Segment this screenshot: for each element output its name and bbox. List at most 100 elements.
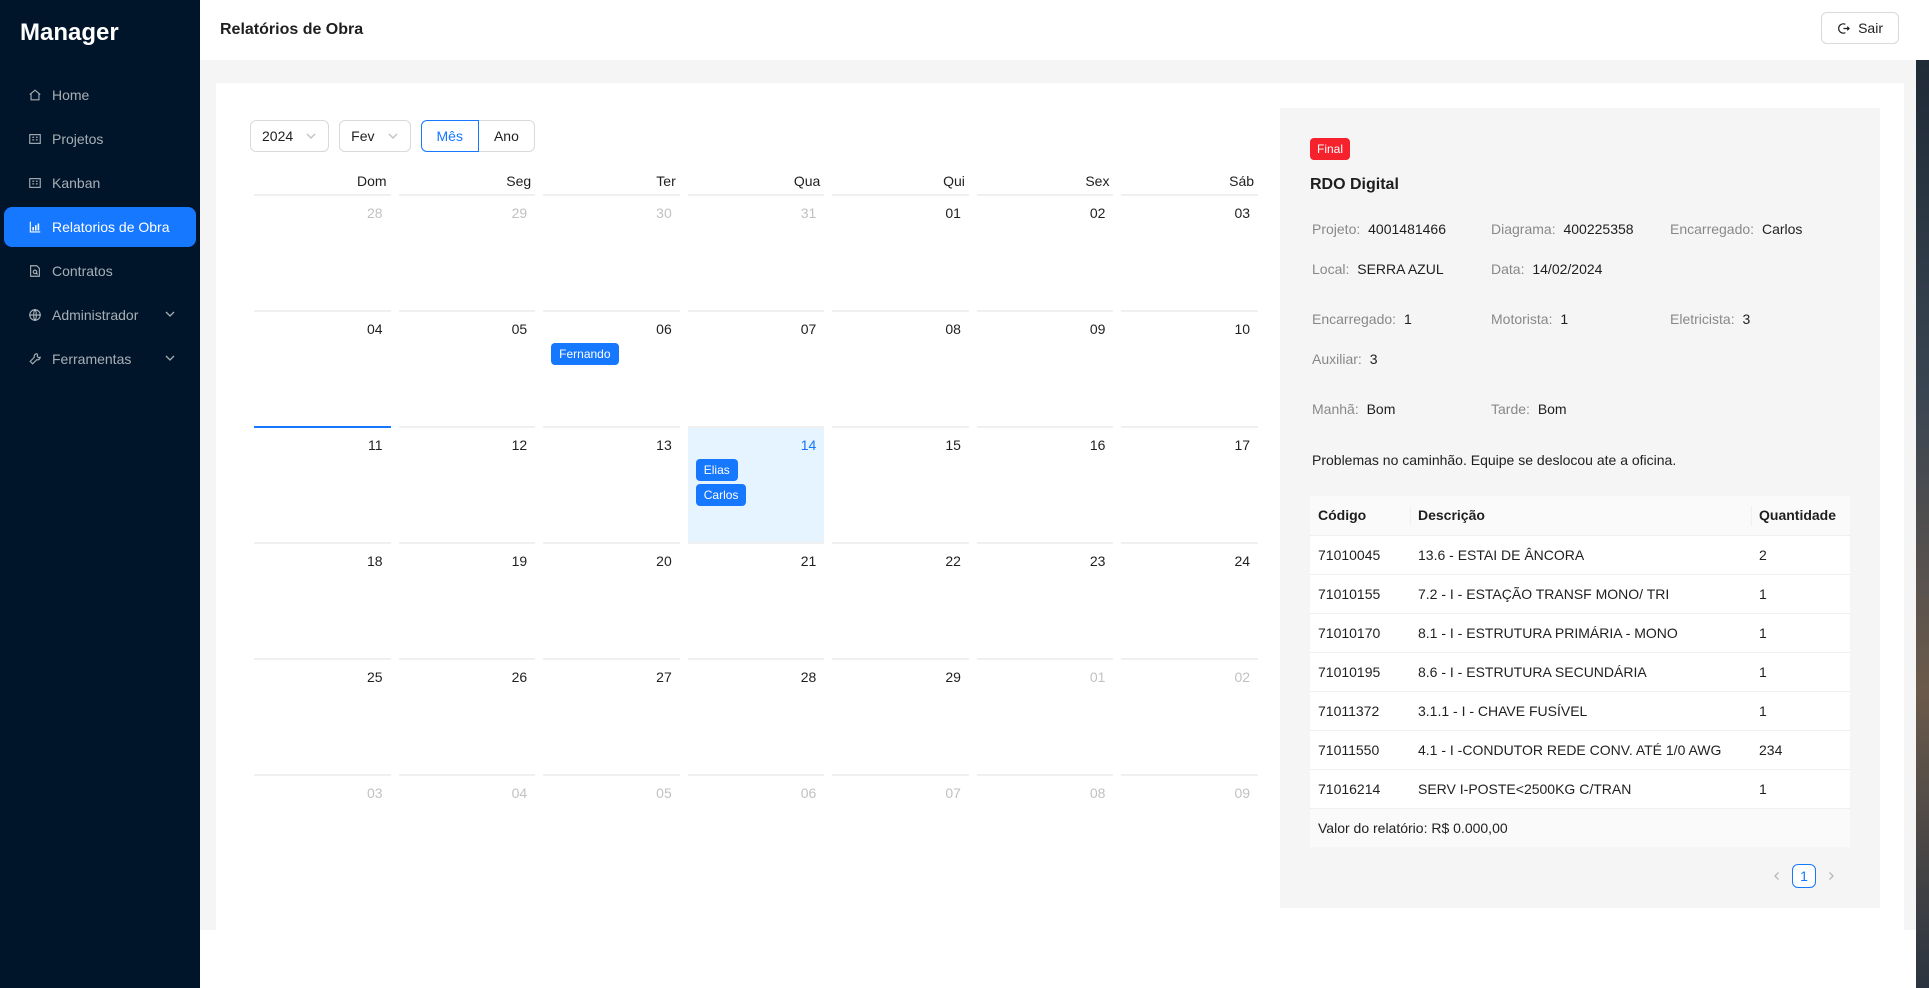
- calendar-day-cell[interactable]: 12: [398, 426, 536, 542]
- calendar-day-cell[interactable]: 06 Fernando: [543, 310, 680, 426]
- calendar-day-cell[interactable]: 28: [687, 658, 825, 774]
- report-event-tag[interactable]: Carlos: [695, 484, 747, 506]
- day-number: 07: [800, 321, 817, 337]
- calendar-day-cell[interactable]: 03: [1121, 194, 1259, 310]
- calendar-day-cell[interactable]: 04: [398, 774, 536, 890]
- day-number: 28: [800, 669, 817, 685]
- table-row: 71016214 SERV I-POSTE<2500KG C/TRAN 1: [1310, 769, 1850, 809]
- calendar-day-cell[interactable]: 05: [543, 774, 680, 890]
- calendar-day-cell[interactable]: 04: [254, 310, 391, 426]
- descricao-cell: 13.6 - ESTAI DE ÂNCORA: [1410, 535, 1751, 575]
- team-encarregado-field: Encarregado: 1: [1312, 311, 1412, 327]
- field-value: Bom: [1537, 401, 1567, 417]
- sidebar-item-label: Administrador: [52, 307, 139, 323]
- day-number: 02: [1089, 205, 1106, 221]
- calendar-day-cell[interactable]: 26: [398, 658, 536, 774]
- calendar-day-cell[interactable]: 22: [832, 542, 969, 658]
- calendar-day-cell[interactable]: 18: [254, 542, 391, 658]
- sidebar-item-projetos[interactable]: Projetos: [4, 119, 196, 159]
- field-label: Encarregado: [1670, 221, 1751, 237]
- descricao-cell: SERV I-POSTE<2500KG C/TRAN: [1410, 769, 1751, 809]
- weekday-header: Dom Seg Ter Qua Qui Sex Sáb: [250, 168, 1262, 194]
- sidebar-item-kanban[interactable]: Kanban: [4, 163, 196, 203]
- codigo-cell: 71011372: [1310, 691, 1410, 731]
- calendar-day-cell[interactable]: 19: [398, 542, 536, 658]
- field-value: 4001481466: [1368, 221, 1447, 237]
- codigo-cell: 71016214: [1310, 769, 1410, 809]
- next-page-button[interactable]: [1822, 865, 1840, 887]
- calendar-day-cell[interactable]: 10: [1121, 310, 1259, 426]
- calendar-day-cell[interactable]: 03: [254, 774, 391, 890]
- calendar-day-cell[interactable]: 21: [687, 542, 825, 658]
- sidebar: Manager Home Projetos Kanban Relatorios …: [0, 0, 200, 988]
- sidebar-item-label: Projetos: [52, 131, 104, 147]
- prev-page-button[interactable]: [1768, 865, 1786, 887]
- calendar-day-cell[interactable]: 02: [976, 194, 1114, 310]
- field-label: Eletricista: [1670, 311, 1731, 327]
- quantidade-cell: 1: [1751, 574, 1850, 614]
- calendar-week: 18 19 20 21 22 23 24: [250, 542, 1262, 658]
- calendar-day-cell[interactable]: 29: [398, 194, 536, 310]
- calendar-day-cell[interactable]: 09: [976, 310, 1114, 426]
- calendar-week: 11 12 13 14 Elias Carlos 15 16 17: [250, 426, 1262, 542]
- field-label: Auxiliar: [1312, 351, 1358, 367]
- calendar-week: 04 05 06 Fernando 07 08 09 10: [250, 310, 1262, 426]
- calendar-day-cell[interactable]: 01: [832, 194, 969, 310]
- weekday-label: Qui: [943, 173, 965, 189]
- month-select[interactable]: Fev: [339, 120, 411, 152]
- sidebar-item-ferramentas[interactable]: Ferramentas: [4, 339, 196, 379]
- calendar-day-cell[interactable]: 01: [976, 658, 1114, 774]
- calendar-day-cell[interactable]: 07: [832, 774, 969, 890]
- sidebar-item-contratos[interactable]: Contratos: [4, 251, 196, 291]
- calendar-day-cell[interactable]: 13: [543, 426, 680, 542]
- calendar-day-cell[interactable]: 17: [1121, 426, 1259, 542]
- calendar-day-cell[interactable]: 23: [976, 542, 1114, 658]
- team-row-1: Encarregado: 1 Motorista: 1 Eletricista:…: [1312, 311, 1849, 327]
- calendar-day-cell[interactable]: 15: [832, 426, 969, 542]
- calendar-day-cell[interactable]: 16: [976, 426, 1114, 542]
- day-number: 14: [800, 437, 817, 453]
- calendar-day-cell[interactable]: 14 Elias Carlos: [687, 426, 825, 542]
- logout-button[interactable]: Sair: [1821, 12, 1899, 44]
- sidebar-item-home[interactable]: Home: [4, 75, 196, 115]
- calendar-day-cell[interactable]: 20: [543, 542, 680, 658]
- report-detail-panel: Final RDO Digital Projeto: 4001481466 Di…: [1280, 108, 1880, 908]
- calendar-day-cell[interactable]: 29: [832, 658, 969, 774]
- calendar-day-cell[interactable]: 02: [1121, 658, 1259, 774]
- report-event-tag[interactable]: Elias: [695, 459, 738, 481]
- chevron-right-icon: [1829, 872, 1834, 880]
- table-row: 71010155 7.2 - I - ESTAÇÃO TRANSF MONO/ T…: [1310, 574, 1850, 614]
- mode-year-button[interactable]: Ano: [478, 120, 535, 152]
- calendar-day-cell[interactable]: 08: [832, 310, 969, 426]
- day-number: 26: [511, 669, 528, 685]
- calendar-day-cell[interactable]: 30: [543, 194, 680, 310]
- calendar-week: 25 26 27 28 29 01 02: [250, 658, 1262, 774]
- calendar-day-cell[interactable]: 31: [687, 194, 825, 310]
- calendar-day-cell[interactable]: 25: [254, 658, 391, 774]
- mode-month-button[interactable]: Mês: [420, 120, 479, 152]
- descricao-cell: 4.1 - I -CONDUTOR REDE CONV. ATÉ 1/0 AWG: [1410, 730, 1751, 770]
- calendar-day-cell[interactable]: 24: [1121, 542, 1259, 658]
- day-number: 30: [656, 205, 672, 221]
- sidebar-item-label: Home: [52, 87, 90, 103]
- calendar-day-cell[interactable]: 11: [254, 426, 391, 542]
- sidebar-item-relatorios-de-obra[interactable]: Relatorios de Obra: [4, 207, 196, 247]
- sidebar-item-administrador[interactable]: Administrador: [4, 295, 196, 335]
- calendar-day-cell[interactable]: 09: [1121, 774, 1259, 890]
- calendar-day-cell[interactable]: 08: [976, 774, 1114, 890]
- year-select[interactable]: 2024: [250, 120, 330, 152]
- file-search-icon: [28, 264, 42, 278]
- calendar-day-cell[interactable]: 06: [687, 774, 825, 890]
- calendar-day-cell[interactable]: 28: [254, 194, 391, 310]
- calendar-day-cell[interactable]: 07: [687, 310, 825, 426]
- calendar-day-cell[interactable]: 27: [543, 658, 680, 774]
- projeto-field: Projeto: 4001481466: [1312, 221, 1447, 237]
- report-event-tag[interactable]: Fernando: [551, 343, 619, 365]
- page-1-button[interactable]: 1: [1792, 864, 1816, 888]
- building-icon: [28, 132, 42, 146]
- day-number: 15: [945, 437, 961, 453]
- calendar-day-cell[interactable]: 05: [398, 310, 536, 426]
- table-row: 71010170 8.1 - I - ESTRUTURA PRIMÁRIA - M…: [1310, 613, 1850, 653]
- calendar-week: 28 29 30 31 01 02 03: [250, 194, 1262, 310]
- team-auxiliar-field: Auxiliar: 3: [1312, 351, 1378, 367]
